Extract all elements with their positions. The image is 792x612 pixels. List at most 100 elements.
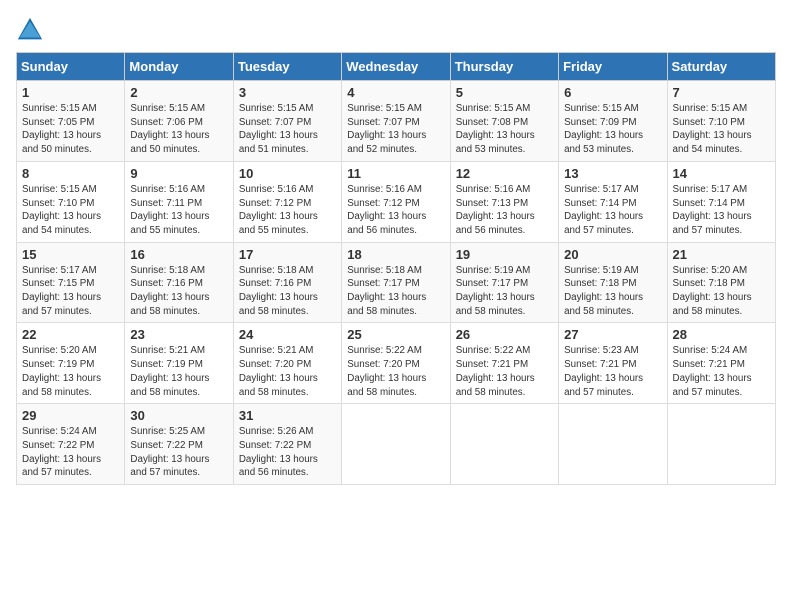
day-number: 4	[347, 85, 444, 100]
calendar-cell: 10 Sunrise: 5:16 AM Sunset: 7:12 PM Dayli…	[233, 161, 341, 242]
calendar-cell: 3Sunrise: 5:15 AM Sunset: 7:07 PM Daylig…	[233, 81, 341, 162]
header-row: SundayMondayTuesdayWednesdayThursdayFrid…	[17, 53, 776, 81]
calendar-cell: 20 Sunrise: 5:19 AM Sunset: 7:18 PM Dayli…	[559, 242, 667, 323]
day-number: 15	[22, 247, 119, 262]
day-info: Sunrise: 5:17 AM Sunset: 7:14 PM Dayligh…	[673, 183, 770, 238]
calendar-cell	[667, 404, 775, 485]
calendar-week-2: 8 Sunrise: 5:15 AM Sunset: 7:10 PM Daylig…	[17, 161, 776, 242]
calendar-cell: 29Sunrise: 5:24 AM Sunset: 7:22 PM Dayli…	[17, 404, 125, 485]
calendar-cell: 9 Sunrise: 5:16 AM Sunset: 7:11 PM Daylig…	[125, 161, 233, 242]
day-number: 30	[130, 408, 227, 423]
day-info: Sunrise: 5:22 AM Sunset: 7:21 PM Dayligh…	[456, 344, 553, 399]
day-number: 24	[239, 327, 336, 342]
logo	[16, 16, 48, 44]
day-number: 20	[564, 247, 661, 262]
day-number: 8	[22, 166, 119, 181]
calendar-table: SundayMondayTuesdayWednesdayThursdayFrid…	[16, 52, 776, 485]
calendar-cell: 16Sunrise: 5:18 AM Sunset: 7:16 PM Dayli…	[125, 242, 233, 323]
day-number: 22	[22, 327, 119, 342]
calendar-cell: 12 Sunrise: 5:16 AM Sunset: 7:13 PM Dayli…	[450, 161, 558, 242]
calendar-cell: 8 Sunrise: 5:15 AM Sunset: 7:10 PM Daylig…	[17, 161, 125, 242]
day-info: Sunrise: 5:23 AM Sunset: 7:21 PM Dayligh…	[564, 344, 661, 399]
page-header	[16, 16, 776, 44]
day-header-tuesday: Tuesday	[233, 53, 341, 81]
calendar-cell: 22 Sunrise: 5:20 AM Sunset: 7:19 PM Dayli…	[17, 323, 125, 404]
day-info: Sunrise: 5:22 AM Sunset: 7:20 PM Dayligh…	[347, 344, 444, 399]
day-number: 19	[456, 247, 553, 262]
day-number: 7	[673, 85, 770, 100]
day-number: 14	[673, 166, 770, 181]
day-number: 11	[347, 166, 444, 181]
day-info: Sunrise: 5:17 AM Sunset: 7:14 PM Dayligh…	[564, 183, 661, 238]
day-number: 23	[130, 327, 227, 342]
day-info: Sunrise: 5:15 AM Sunset: 7:08 PM Dayligh…	[456, 102, 553, 157]
calendar-cell: 11 Sunrise: 5:16 AM Sunset: 7:12 PM Dayli…	[342, 161, 450, 242]
day-info: Sunrise: 5:16 AM Sunset: 7:13 PM Dayligh…	[456, 183, 553, 238]
day-info: Sunrise: 5:15 AM Sunset: 7:05 PM Dayligh…	[22, 102, 119, 157]
day-info: Sunrise: 5:19 AM Sunset: 7:18 PM Dayligh…	[564, 264, 661, 319]
day-number: 18	[347, 247, 444, 262]
day-header-friday: Friday	[559, 53, 667, 81]
calendar-cell: 14 Sunrise: 5:17 AM Sunset: 7:14 PM Dayli…	[667, 161, 775, 242]
calendar-cell: 21 Sunrise: 5:20 AM Sunset: 7:18 PM Dayli…	[667, 242, 775, 323]
day-number: 28	[673, 327, 770, 342]
calendar-cell: 17 Sunrise: 5:18 AM Sunset: 7:16 PM Dayli…	[233, 242, 341, 323]
day-number: 21	[673, 247, 770, 262]
day-info: Sunrise: 5:20 AM Sunset: 7:19 PM Dayligh…	[22, 344, 119, 399]
day-number: 25	[347, 327, 444, 342]
calendar-cell	[559, 404, 667, 485]
calendar-cell: 1 Sunrise: 5:15 AM Sunset: 7:05 PM Daylig…	[17, 81, 125, 162]
day-number: 29	[22, 408, 119, 423]
day-number: 1	[22, 85, 119, 100]
calendar-cell: 2Sunrise: 5:15 AM Sunset: 7:06 PM Daylig…	[125, 81, 233, 162]
calendar-cell: 28Sunrise: 5:24 AM Sunset: 7:21 PM Dayli…	[667, 323, 775, 404]
day-number: 10	[239, 166, 336, 181]
calendar-cell: 13Sunrise: 5:17 AM Sunset: 7:14 PM Dayli…	[559, 161, 667, 242]
day-number: 9	[130, 166, 227, 181]
day-number: 27	[564, 327, 661, 342]
day-info: Sunrise: 5:16 AM Sunset: 7:12 PM Dayligh…	[347, 183, 444, 238]
calendar-cell: 15Sunrise: 5:17 AM Sunset: 7:15 PM Dayli…	[17, 242, 125, 323]
day-number: 16	[130, 247, 227, 262]
day-info: Sunrise: 5:21 AM Sunset: 7:20 PM Dayligh…	[239, 344, 336, 399]
calendar-cell: 18 Sunrise: 5:18 AM Sunset: 7:17 PM Dayli…	[342, 242, 450, 323]
calendar-week-1: 1 Sunrise: 5:15 AM Sunset: 7:05 PM Daylig…	[17, 81, 776, 162]
day-info: Sunrise: 5:18 AM Sunset: 7:16 PM Dayligh…	[239, 264, 336, 319]
calendar-cell	[342, 404, 450, 485]
day-info: Sunrise: 5:15 AM Sunset: 7:06 PM Dayligh…	[130, 102, 227, 157]
calendar-cell: 19 Sunrise: 5:19 AM Sunset: 7:17 PM Dayli…	[450, 242, 558, 323]
day-info: Sunrise: 5:19 AM Sunset: 7:17 PM Dayligh…	[456, 264, 553, 319]
day-number: 6	[564, 85, 661, 100]
calendar-cell: 31 Sunrise: 5:26 AM Sunset: 7:22 PM Dayli…	[233, 404, 341, 485]
day-info: Sunrise: 5:26 AM Sunset: 7:22 PM Dayligh…	[239, 425, 336, 480]
calendar-cell: 26Sunrise: 5:22 AM Sunset: 7:21 PM Dayli…	[450, 323, 558, 404]
day-info: Sunrise: 5:21 AM Sunset: 7:19 PM Dayligh…	[130, 344, 227, 399]
calendar-cell	[450, 404, 558, 485]
day-info: Sunrise: 5:20 AM Sunset: 7:18 PM Dayligh…	[673, 264, 770, 319]
logo-icon	[16, 16, 44, 44]
calendar-week-4: 22 Sunrise: 5:20 AM Sunset: 7:19 PM Dayli…	[17, 323, 776, 404]
day-header-thursday: Thursday	[450, 53, 558, 81]
calendar-cell: 30 Sunrise: 5:25 AM Sunset: 7:22 PM Dayli…	[125, 404, 233, 485]
day-info: Sunrise: 5:15 AM Sunset: 7:10 PM Dayligh…	[673, 102, 770, 157]
day-number: 5	[456, 85, 553, 100]
calendar-week-5: 29Sunrise: 5:24 AM Sunset: 7:22 PM Dayli…	[17, 404, 776, 485]
day-number: 17	[239, 247, 336, 262]
calendar-cell: 7 Sunrise: 5:15 AM Sunset: 7:10 PM Daylig…	[667, 81, 775, 162]
calendar-cell: 23 Sunrise: 5:21 AM Sunset: 7:19 PM Dayli…	[125, 323, 233, 404]
day-info: Sunrise: 5:16 AM Sunset: 7:11 PM Dayligh…	[130, 183, 227, 238]
day-number: 12	[456, 166, 553, 181]
day-header-wednesday: Wednesday	[342, 53, 450, 81]
day-info: Sunrise: 5:15 AM Sunset: 7:09 PM Dayligh…	[564, 102, 661, 157]
calendar-cell: 4 Sunrise: 5:15 AM Sunset: 7:07 PM Daylig…	[342, 81, 450, 162]
day-info: Sunrise: 5:15 AM Sunset: 7:07 PM Dayligh…	[239, 102, 336, 157]
calendar-week-3: 15Sunrise: 5:17 AM Sunset: 7:15 PM Dayli…	[17, 242, 776, 323]
day-info: Sunrise: 5:15 AM Sunset: 7:07 PM Dayligh…	[347, 102, 444, 157]
day-info: Sunrise: 5:15 AM Sunset: 7:10 PM Dayligh…	[22, 183, 119, 238]
day-info: Sunrise: 5:16 AM Sunset: 7:12 PM Dayligh…	[239, 183, 336, 238]
calendar-cell: 5 Sunrise: 5:15 AM Sunset: 7:08 PM Daylig…	[450, 81, 558, 162]
day-info: Sunrise: 5:18 AM Sunset: 7:17 PM Dayligh…	[347, 264, 444, 319]
day-header-sunday: Sunday	[17, 53, 125, 81]
day-info: Sunrise: 5:25 AM Sunset: 7:22 PM Dayligh…	[130, 425, 227, 480]
day-number: 31	[239, 408, 336, 423]
